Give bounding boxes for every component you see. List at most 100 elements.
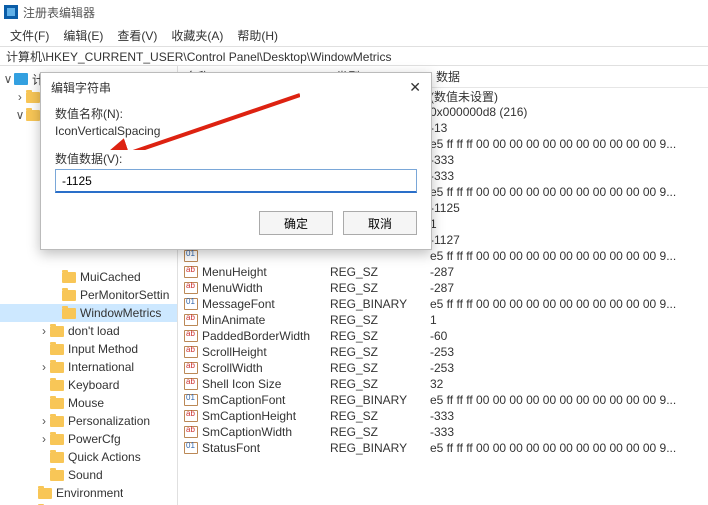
value-data: -253 (430, 361, 708, 375)
value-data: (数值未设置) (430, 88, 708, 105)
value-data: -333 (430, 425, 708, 439)
value-icon (184, 394, 198, 406)
tree-item[interactable]: WindowMetrics (0, 304, 177, 322)
menu-help[interactable]: 帮助(H) (233, 25, 282, 46)
tree-item[interactable]: PerMonitorSettin (0, 286, 177, 304)
value-data: e5 ff ff ff 00 00 00 00 00 00 00 00 00 0… (430, 249, 708, 263)
value-name: SmCaptionWidth (202, 425, 330, 439)
tree-item[interactable]: › PowerCfg (0, 430, 177, 448)
value-data: e5 ff ff ff 00 00 00 00 00 00 00 00 00 0… (430, 297, 708, 311)
folder-icon (62, 290, 76, 301)
value-icon (184, 362, 198, 374)
menu-favorites[interactable]: 收藏夹(A) (167, 25, 227, 46)
list-row[interactable]: ScrollWidthREG_SZ-253 (178, 360, 708, 376)
tree-label: PowerCfg (68, 432, 121, 446)
value-type: REG_SZ (330, 313, 430, 327)
value-name: ScrollHeight (202, 345, 330, 359)
cancel-button[interactable]: 取消 (343, 211, 417, 235)
folder-icon (26, 110, 40, 121)
value-name: ScrollWidth (202, 361, 330, 375)
value-type: REG_SZ (330, 425, 430, 439)
folder-icon (26, 92, 40, 103)
regedit-icon (4, 5, 18, 19)
tree-label: Input Method (68, 342, 138, 356)
tree-item[interactable]: › don't load (0, 322, 177, 340)
list-row[interactable]: SmCaptionFontREG_BINARYe5 ff ff ff 00 00… (178, 392, 708, 408)
tree-item[interactable]: Environment (0, 484, 177, 502)
app-title: 注册表编辑器 (23, 4, 95, 21)
value-data: e5 ff ff ff 00 00 00 00 00 00 00 00 00 0… (430, 393, 708, 407)
value-name-label: 数值名称(N): (55, 105, 417, 122)
expand-icon[interactable]: ∨ (14, 108, 26, 122)
tree-item[interactable]: Keyboard (0, 376, 177, 394)
value-name: Shell Icon Size (202, 377, 330, 391)
value-data: -60 (430, 329, 708, 343)
folder-icon (62, 308, 76, 319)
list-row[interactable]: Shell Icon SizeREG_SZ32 (178, 376, 708, 392)
value-data: 32 (430, 377, 708, 391)
close-icon[interactable]: ✕ (409, 79, 421, 96)
value-icon (184, 442, 198, 454)
menu-view[interactable]: 查看(V) (113, 25, 161, 46)
expand-icon[interactable]: › (38, 432, 50, 446)
list-row[interactable]: SmCaptionHeightREG_SZ-333 (178, 408, 708, 424)
value-name: MenuHeight (202, 265, 330, 279)
expand-icon[interactable]: › (38, 324, 50, 338)
ok-button[interactable]: 确定 (259, 211, 333, 235)
value-type: REG_SZ (330, 409, 430, 423)
tree-label: don't load (68, 324, 120, 338)
tree-item[interactable]: Sound (0, 466, 177, 484)
tree-item[interactable]: Input Method (0, 340, 177, 358)
list-row[interactable]: MinAnimateREG_SZ1 (178, 312, 708, 328)
value-name: MessageFont (202, 297, 330, 311)
list-row[interactable]: MessageFontREG_BINARYe5 ff ff ff 00 00 0… (178, 296, 708, 312)
value-type: REG_BINARY (330, 297, 430, 311)
expand-icon[interactable]: › (14, 90, 26, 104)
value-icon (184, 266, 198, 278)
value-icon (184, 410, 198, 422)
value-name: MenuWidth (202, 281, 330, 295)
expand-icon[interactable]: › (38, 414, 50, 428)
list-row[interactable]: ScrollHeightREG_SZ-253 (178, 344, 708, 360)
address-bar[interactable]: 计算机\HKEY_CURRENT_USER\Control Panel\Desk… (0, 46, 708, 66)
tree-label: International (68, 360, 134, 374)
dialog-title: 编辑字符串 (51, 79, 111, 96)
expand-icon[interactable]: ∨ (2, 72, 14, 86)
value-icon (184, 426, 198, 438)
list-row[interactable]: e5 ff ff ff 00 00 00 00 00 00 00 00 00 0… (178, 248, 708, 264)
value-name: MinAnimate (202, 313, 330, 327)
list-row[interactable]: MenuWidthREG_SZ-287 (178, 280, 708, 296)
expand-icon[interactable]: › (38, 360, 50, 374)
value-data: -1125 (430, 201, 708, 215)
tree-item[interactable]: ›Personalization (0, 412, 177, 430)
value-icon (184, 330, 198, 342)
value-icon (184, 298, 198, 310)
value-data: e5 ff ff ff 00 00 00 00 00 00 00 00 00 0… (430, 185, 708, 199)
col-data[interactable]: 数据 (428, 68, 708, 85)
tree-item[interactable]: MuiCached (0, 268, 177, 286)
list-row[interactable]: StatusFontREG_BINARYe5 ff ff ff 00 00 00… (178, 440, 708, 456)
value-icon (184, 282, 198, 294)
list-row[interactable]: PaddedBorderWidthREG_SZ-60 (178, 328, 708, 344)
folder-icon (50, 344, 64, 355)
tree-label: MuiCached (80, 270, 141, 284)
menu-file[interactable]: 文件(F) (6, 25, 53, 46)
list-row[interactable]: MenuHeightREG_SZ-287 (178, 264, 708, 280)
value-data: 1 (430, 313, 708, 327)
value-type: REG_BINARY (330, 441, 430, 455)
menu-edit[interactable]: 编辑(E) (59, 25, 107, 46)
value-type: REG_SZ (330, 345, 430, 359)
value-icon (184, 250, 198, 262)
folder-icon (50, 452, 64, 463)
tree-item[interactable]: Mouse (0, 394, 177, 412)
value-data-input[interactable] (55, 169, 417, 193)
list-row[interactable]: SmCaptionWidthREG_SZ-333 (178, 424, 708, 440)
value-data: 1 (430, 217, 708, 231)
tree-item[interactable]: › International (0, 358, 177, 376)
value-data: -287 (430, 281, 708, 295)
value-name: StatusFont (202, 441, 330, 455)
tree-item[interactable]: Quick Actions (0, 448, 177, 466)
folder-icon (50, 398, 64, 409)
tree-label: Environment (56, 486, 123, 500)
tree-label: Quick Actions (68, 450, 141, 464)
